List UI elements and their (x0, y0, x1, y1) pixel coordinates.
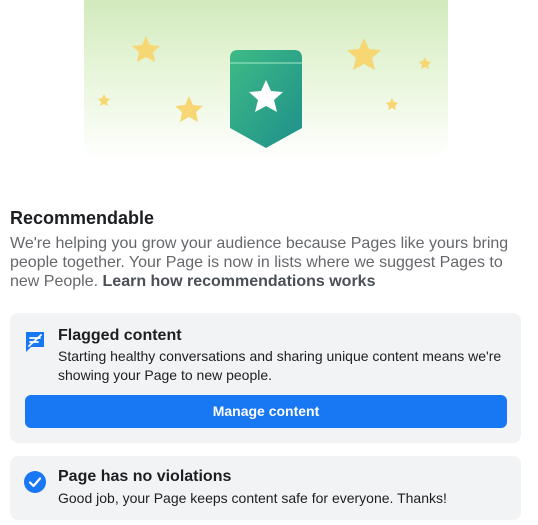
section-description: We're helping you grow your audience bec… (10, 234, 520, 291)
star-icon (132, 36, 160, 62)
star-icon (386, 98, 398, 110)
star-icon (98, 94, 110, 106)
card-title: Flagged content (58, 327, 182, 344)
badge-illustration (98, 36, 431, 148)
star-icon (175, 96, 203, 122)
flag-icon (26, 332, 44, 352)
manage-content-button[interactable]: Manage content (25, 395, 507, 428)
no-violations-card: Page has no violations Good job, your Pa… (10, 456, 521, 520)
card-title: Page has no violations (58, 468, 232, 485)
card-text: Starting healthy conversations and shari… (58, 348, 502, 383)
section-title: Recommendable (10, 208, 155, 228)
check-circle-icon (24, 471, 46, 493)
card-text: Good job, your Page keeps content safe f… (58, 490, 447, 506)
learn-more-link[interactable]: Learn how recommendations works (103, 273, 376, 290)
hero-illustration (84, 0, 448, 160)
flagged-content-card: Flagged content Starting healthy convers… (10, 313, 521, 443)
star-icon (347, 38, 381, 70)
star-icon (419, 57, 431, 69)
